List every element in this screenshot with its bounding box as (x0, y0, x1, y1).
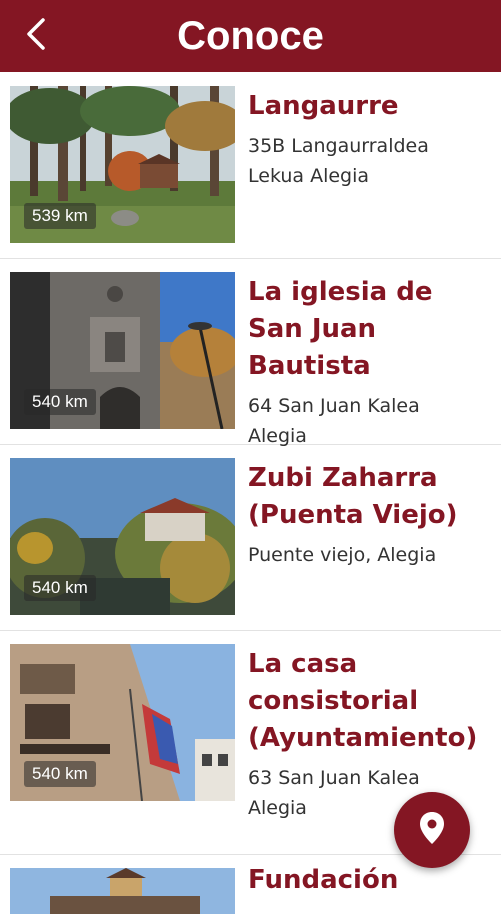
place-name: Langaurre (248, 91, 399, 121)
place-name: Zubi Zaharra (Puenta Viejo) (248, 463, 458, 530)
place-photo: 539 km (10, 86, 235, 243)
place-photo: 540 km (10, 644, 235, 801)
place-address: 35B Langaurraldea Lekua Alegia (248, 135, 429, 187)
place-name: Fundación (248, 865, 399, 895)
place-photo: 540 km (10, 272, 235, 429)
distance-badge: 539 km (24, 203, 96, 229)
map-pin-icon (419, 811, 445, 849)
distance-badge: 540 km (24, 389, 96, 415)
list-item[interactable]: 540 km La iglesia de San Juan Bautista 6… (0, 258, 501, 447)
distance-badge: 540 km (24, 761, 96, 787)
list-item[interactable]: 539 km Langaurre 35B Langaurraldea Lekua… (0, 72, 501, 259)
place-name: La iglesia de San Juan Bautista (248, 277, 433, 381)
list-item[interactable]: 540 km Zubi Zaharra (Puenta Viejo) Puent… (0, 444, 501, 631)
place-address: 64 San Juan Kalea Alegia (248, 395, 420, 447)
place-photo: 540 km (10, 458, 235, 615)
page-title: Conoce (177, 14, 324, 58)
place-address: Puente viejo, Alegia (248, 544, 437, 566)
map-button[interactable] (394, 792, 470, 868)
app-bar: Conoce (0, 0, 501, 72)
place-name: La casa consistorial (Ayuntamiento) (248, 649, 478, 753)
distance-badge: 540 km (24, 575, 96, 601)
place-photo (10, 868, 235, 914)
